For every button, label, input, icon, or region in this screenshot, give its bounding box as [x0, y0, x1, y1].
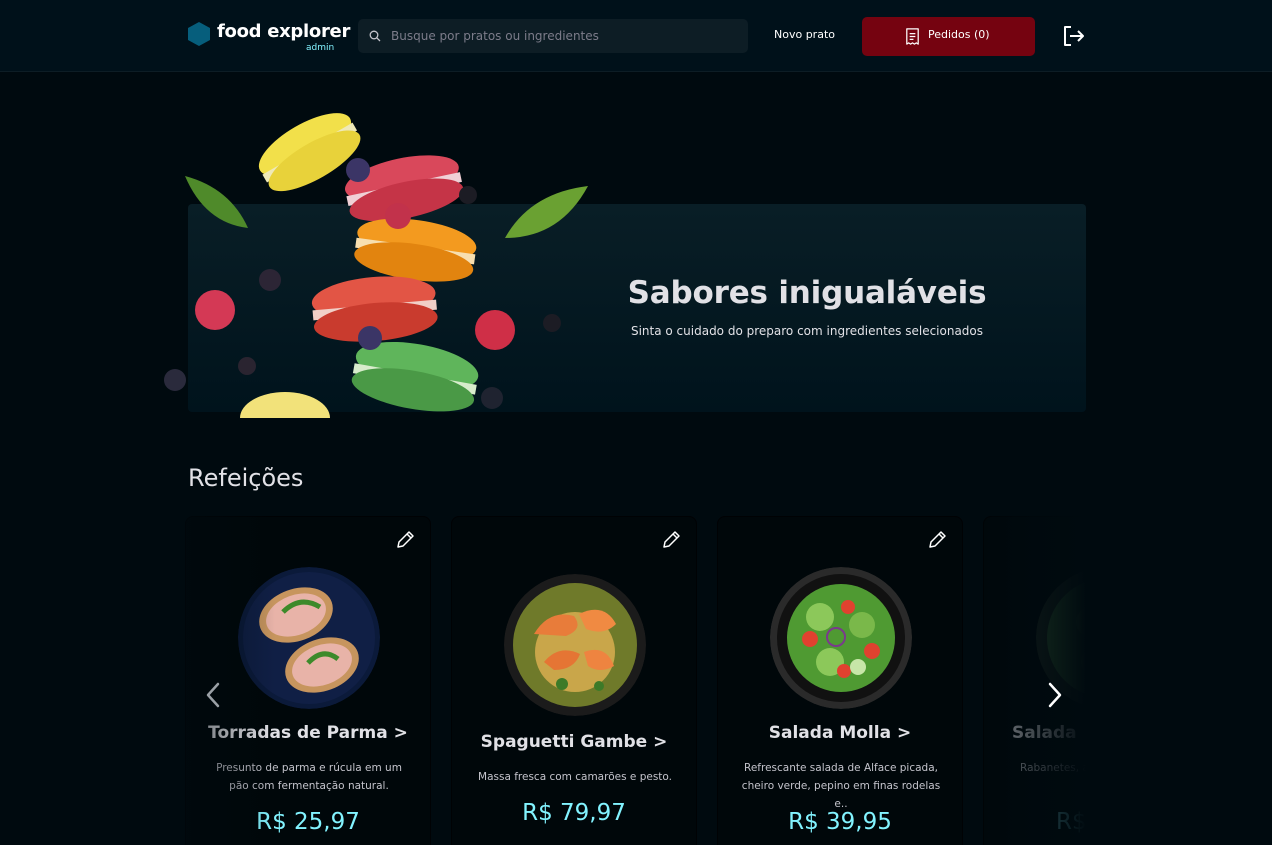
brand-role-label: admin [306, 43, 335, 53]
search-icon [369, 30, 381, 42]
new-dish-link[interactable]: Novo prato [774, 28, 835, 41]
dish-name[interactable]: Torradas de Parma > [186, 723, 430, 743]
dish-card[interactable]: Spaguetti Gambe > Massa fresca com camar… [451, 516, 697, 845]
dish-price: R$ [1056, 809, 1086, 835]
chevron-right-icon[interactable] [1045, 680, 1065, 710]
dish-description: Massa fresca com camarões e pesto. [478, 771, 672, 783]
dishes-carousel: Torradas de Parma > Presunto de parma e … [185, 516, 1086, 845]
search-bar[interactable] [358, 19, 748, 53]
banner-title: Sabores inigualáveis [627, 275, 987, 311]
dish-description: Presunto de parma e rúcula em um pão com… [216, 762, 402, 792]
search-input[interactable] [391, 19, 736, 53]
dish-image[interactable] [504, 574, 646, 716]
dish-description: Refrescante salada de Alface picada, che… [741, 762, 941, 810]
brand-name: food explorer [217, 21, 351, 42]
edit-pencil-icon[interactable] [660, 529, 682, 551]
dish-card[interactable]: Salada Molla > Refrescante salada de Alf… [717, 516, 963, 845]
hexagon-logo-icon [188, 22, 210, 46]
dish-price: R$ 79,97 [522, 800, 626, 826]
chevron-left-icon[interactable] [203, 680, 223, 710]
top-header: food explorer admin Novo prato Pedidos (… [0, 0, 1272, 72]
orders-button-label: Pedidos (0) [928, 28, 990, 41]
dish-image[interactable] [770, 567, 912, 709]
dish-description: Rabanetes, agridoce salp [1020, 762, 1086, 774]
dish-image[interactable] [238, 567, 380, 709]
edit-pencil-icon[interactable] [394, 529, 416, 551]
sign-out-icon[interactable] [1061, 24, 1085, 48]
dish-name[interactable]: Salada [1012, 723, 1086, 743]
section-title: Refeições [188, 464, 304, 492]
banner-subtitle: Sinta o cuidado do preparo com ingredien… [630, 324, 984, 338]
macarons-illustration [164, 113, 588, 418]
dish-name[interactable]: Salada Molla > [718, 723, 962, 743]
dish-price: R$ 25,97 [256, 809, 360, 835]
dish-name[interactable]: Spaguetti Gambe > [452, 732, 696, 752]
orders-button[interactable]: Pedidos (0) [862, 17, 1035, 56]
dish-card[interactable]: Salada Rabanetes, agridoce salp R$ [983, 516, 1086, 845]
dish-price: R$ 39,95 [788, 809, 892, 835]
receipt-icon [906, 28, 919, 45]
edit-pencil-icon[interactable] [926, 529, 948, 551]
